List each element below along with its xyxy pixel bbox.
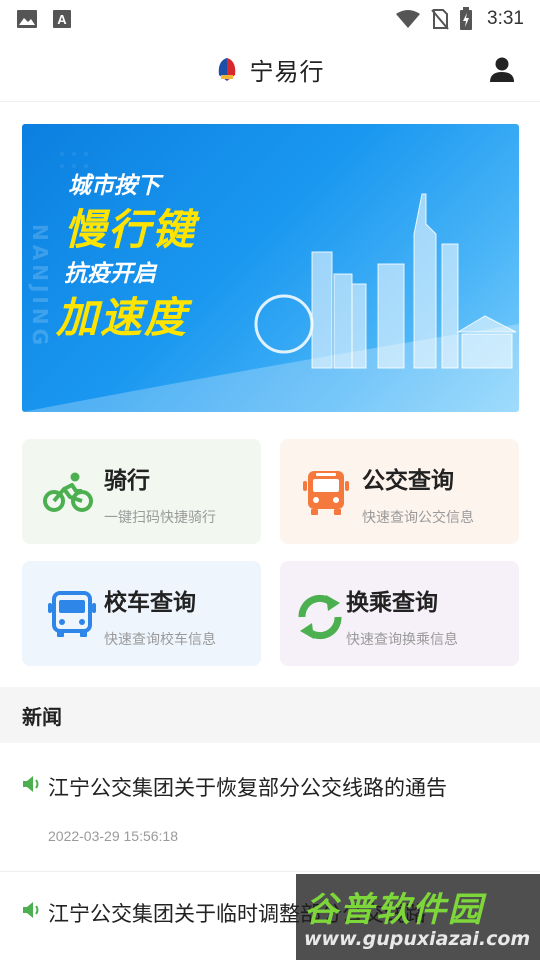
no-sim-icon — [431, 9, 449, 30]
svg-text:A: A — [57, 12, 67, 27]
news-section-header: 新闻 — [0, 687, 540, 743]
speaker-icon — [23, 776, 39, 792]
watermark-url: www.gupuxiazai.com — [304, 928, 531, 950]
card-description: 快速查询校车信息 — [104, 632, 216, 648]
status-bar: A 3:31 — [0, 0, 540, 38]
banner-vertical-text: NANJING — [28, 224, 52, 349]
banner-line-3: 抗疫开启 — [64, 261, 156, 287]
transfer-icon — [298, 594, 342, 640]
user-icon[interactable] — [488, 56, 516, 84]
card-title: 换乘查询 — [346, 590, 438, 616]
app-logo-icon — [218, 57, 235, 81]
speaker-icon — [23, 902, 39, 918]
banner-line-4: 加速度 — [56, 293, 189, 342]
banner-line-2: 慢行键 — [64, 205, 197, 254]
wifi-icon — [396, 10, 421, 28]
news-heading: 新闻 — [22, 704, 62, 729]
card-description: 一键扫码快捷骑行 — [104, 510, 216, 526]
card-title: 骑行 — [104, 468, 150, 494]
cycling-card[interactable]: 骑行 一键扫码快捷骑行 — [22, 439, 261, 544]
transfer-query-card[interactable]: 换乘查询 快速查询换乘信息 — [280, 561, 519, 666]
image-icon — [17, 10, 37, 28]
card-title: 公交查询 — [362, 468, 454, 494]
card-title: 校车查询 — [104, 590, 196, 616]
clock: 3:31 — [487, 8, 524, 29]
bicycle-icon — [43, 472, 93, 512]
bus-icon — [303, 471, 349, 515]
banner-line-1: 城市按下 — [68, 173, 160, 199]
app-header: 宁易行 — [0, 38, 540, 102]
news-date: 2022-03-29 15:56:18 — [48, 828, 178, 844]
school-bus-icon — [48, 591, 96, 637]
font-icon: A — [53, 10, 71, 28]
promo-banner[interactable]: NANJING 城市按下 慢行键 抗疫开启 加速度 — [22, 124, 519, 412]
card-description: 快速查询公交信息 — [362, 510, 474, 526]
card-description: 快速查询换乘信息 — [346, 632, 458, 648]
page-title: 宁易行 — [249, 58, 325, 86]
watermark-title: 谷普软件园 — [304, 890, 484, 930]
watermark: 谷普软件园 www.gupuxiazai.com — [296, 874, 540, 960]
news-item[interactable]: 江宁公交集团关于恢复部分公交线路的通告 2022-03-29 15:56:18 — [0, 772, 540, 872]
bus-query-card[interactable]: 公交查询 快速查询公交信息 — [280, 439, 519, 544]
battery-charging-icon — [460, 7, 473, 30]
news-title: 江宁公交集团关于恢复部分公交线路的通告 — [48, 776, 447, 800]
school-bus-card[interactable]: 校车查询 快速查询校车信息 — [22, 561, 261, 666]
